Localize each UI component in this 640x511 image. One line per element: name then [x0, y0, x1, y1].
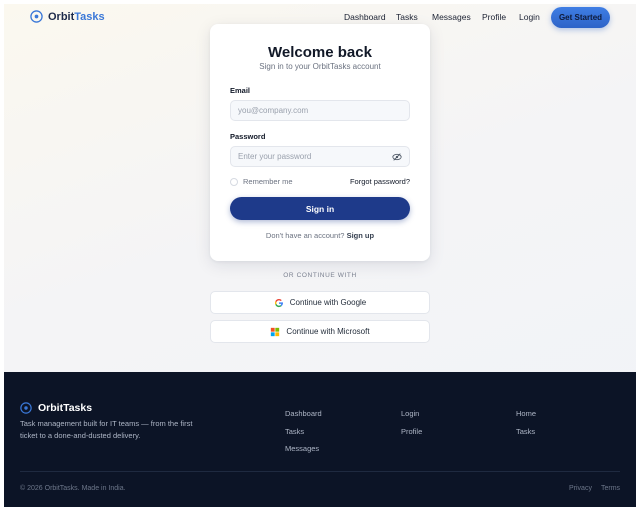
signup-prompt: Don't have an account? Sign up — [210, 231, 430, 240]
nav-link-profile[interactable]: Profile — [482, 12, 506, 22]
nav-link-dashboard[interactable]: Dashboard — [344, 12, 386, 22]
sign-in-button[interactable]: Sign in — [230, 197, 410, 220]
email-placeholder: you@company.com — [238, 106, 309, 115]
signup-prompt-text: Don't have an account? — [265, 231, 345, 240]
footer-link-login[interactable]: Login — [401, 409, 419, 418]
footer-link-terms[interactable]: Terms — [601, 485, 620, 492]
oauth-divider: OR CONTINUE WITH — [283, 272, 357, 279]
nav-link-tasks[interactable]: Tasks — [396, 12, 418, 22]
forgot-password-link[interactable]: Forgot password? — [350, 177, 410, 186]
footer-link-home[interactable]: Home — [516, 409, 536, 418]
nav-link-messages[interactable]: Messages — [432, 12, 471, 22]
footer-link-profile[interactable]: Profile — [401, 427, 422, 436]
email-field[interactable]: you@company.com — [230, 100, 410, 121]
login-card: Welcome back Sign in to your OrbitTasks … — [210, 24, 430, 261]
footer-link-tasks[interactable]: Tasks — [285, 427, 304, 436]
remember-me-checkbox[interactable] — [230, 177, 238, 186]
footer-link-tasks-2[interactable]: Tasks — [516, 427, 535, 436]
footer-description: Task management built for IT teams — fro… — [20, 419, 193, 440]
remember-me[interactable]: Remember me — [230, 177, 293, 186]
footer-link-messages[interactable]: Messages — [285, 444, 319, 453]
page-subtitle: Sign in to your OrbitTasks account — [259, 62, 381, 71]
google-icon — [274, 298, 283, 307]
remember-me-label: Remember me — [243, 177, 293, 186]
microsoft-signin-label: Continue with Microsoft — [286, 327, 370, 336]
nav-link-login[interactable]: Login — [519, 12, 540, 22]
password-field[interactable]: Enter your password — [230, 146, 410, 167]
password-label: Password — [230, 132, 266, 141]
page-title: Welcome back — [268, 44, 372, 61]
email-label: Email — [230, 86, 251, 95]
orbit-icon — [20, 402, 32, 414]
google-signin-label: Continue with Google — [289, 298, 367, 307]
get-started-button[interactable]: Get Started — [551, 7, 610, 28]
sign-up-link[interactable]: Sign up — [347, 231, 375, 240]
site-footer: OrbitTasks Task management built for IT … — [4, 372, 636, 507]
microsoft-icon — [271, 327, 280, 336]
footer-link-dashboard[interactable]: Dashboard — [285, 409, 322, 418]
footer-brand[interactable]: OrbitTasks — [20, 402, 92, 414]
google-signin-button[interactable]: Continue with Google — [210, 291, 430, 314]
eye-off-icon[interactable] — [392, 152, 402, 162]
footer-copyright: © 2026 OrbitTasks. Made in India. — [20, 485, 126, 492]
footer-divider — [20, 471, 620, 472]
page: OrbitTasks Dashboard Tasks Messages Prof… — [4, 4, 636, 507]
microsoft-signin-button[interactable]: Continue with Microsoft — [210, 320, 430, 343]
footer-link-privacy[interactable]: Privacy — [569, 485, 592, 492]
footer-brand-name: OrbitTasks — [38, 402, 93, 414]
password-placeholder: Enter your password — [238, 152, 312, 161]
